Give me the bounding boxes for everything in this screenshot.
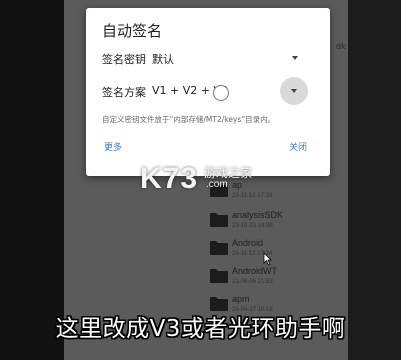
more-button[interactable]: 更多 — [104, 140, 122, 153]
keys-directory-hint: 自定义密钥文件放于“内部存储/MT2/keys”目录内。 — [102, 115, 276, 124]
file-row[interactable]: Android 23-11-12 17:34 — [208, 236, 338, 262]
signing-key-value: 默认 — [152, 53, 174, 66]
watermark-logo: K73 — [140, 162, 199, 195]
file-name: Android — [232, 238, 264, 248]
right-background — [348, 0, 401, 360]
close-button[interactable]: 关闭 — [289, 140, 307, 153]
folder-icon — [210, 213, 228, 227]
folder-icon — [210, 241, 228, 255]
touch-indicator-icon — [213, 85, 229, 101]
folder-icon — [210, 269, 228, 283]
file-row[interactable]: analysisSDK 23-10-23 14:38 — [208, 208, 338, 234]
file-date: 23-10-23 14:38 — [232, 223, 273, 229]
file-row[interactable]: AndroidWT 21-06-06 21:53 — [208, 264, 338, 290]
pointer-cursor-icon — [263, 252, 272, 266]
chevron-down-icon — [290, 89, 297, 93]
file-name: apm — [232, 294, 250, 304]
k73-watermark: K73 游戏之家 .com — [140, 162, 268, 200]
signing-scheme-label: 签名方案 — [102, 86, 146, 99]
left-background — [0, 0, 64, 360]
dialog-title: 自动签名 — [102, 22, 163, 40]
watermark-domain: .com — [206, 179, 228, 190]
file-name: analysisSDK — [232, 210, 284, 220]
video-subtitle: 这里改成V3或者光环助手啊 — [55, 316, 346, 342]
file-date: 21-06-06 21:53 — [232, 279, 273, 285]
signing-key-label: 签名密钥 — [102, 53, 146, 66]
background-partial-text: dk — [336, 42, 346, 51]
scheme-dropdown-button[interactable] — [280, 77, 308, 105]
file-name: AndroidWT — [232, 266, 278, 276]
chevron-down-icon[interactable] — [292, 56, 298, 60]
